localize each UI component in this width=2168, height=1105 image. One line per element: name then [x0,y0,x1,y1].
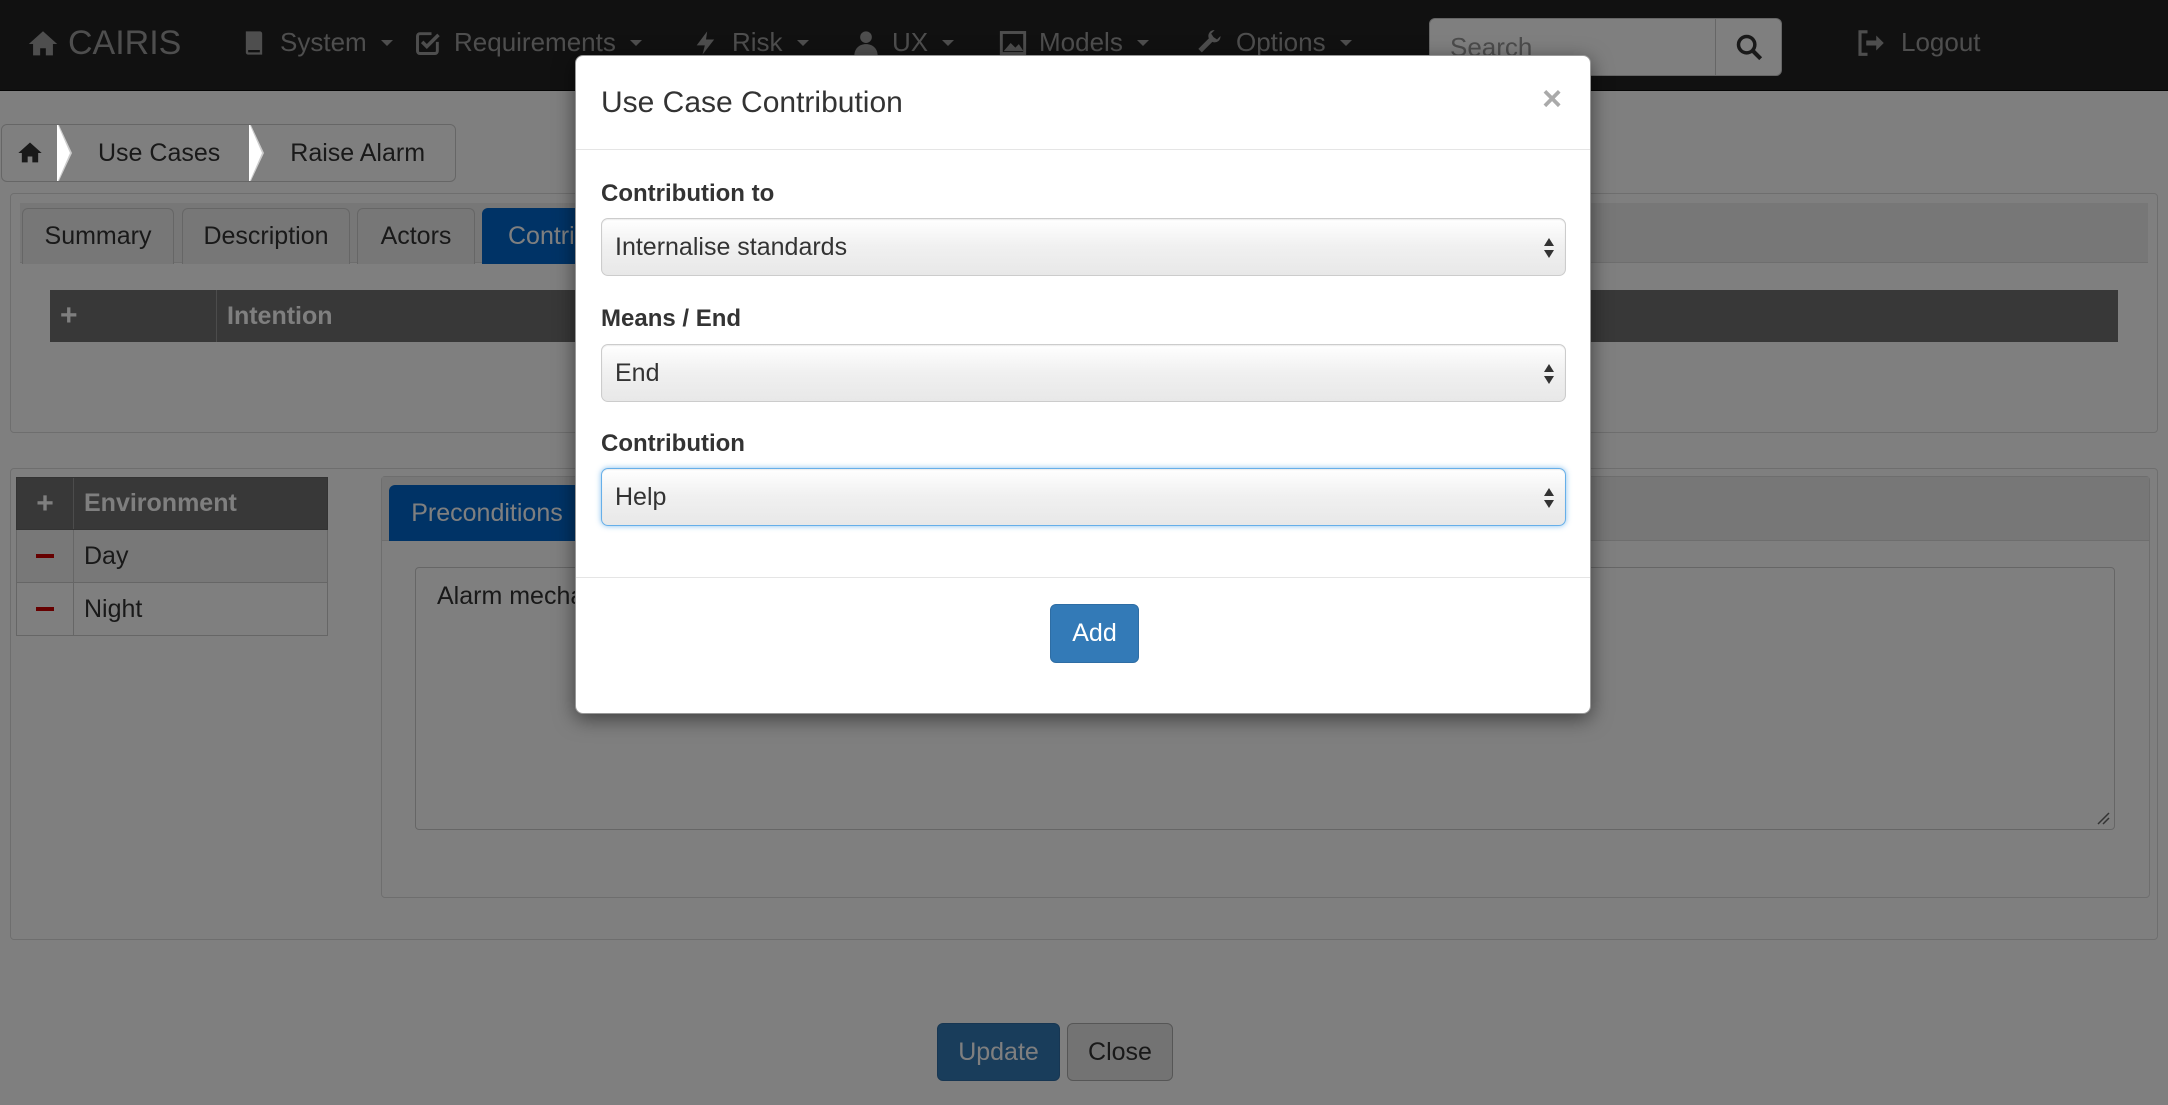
select-value: Help [615,482,667,511]
modal-close-button[interactable]: × [1542,80,1562,119]
means-end-label: Means / End [601,305,742,332]
contribution-to-select[interactable]: Internalise standards [601,218,1566,276]
contribution-label: Contribution [601,430,745,457]
add-button[interactable]: Add [1050,604,1139,663]
select-arrows-icon [1544,364,1554,384]
select-value: End [615,358,660,387]
modal-header: Use Case Contribution × [576,56,1590,150]
select-value: Internalise standards [615,232,848,261]
contribution-to-label: Contribution to [601,180,775,207]
contribution-select[interactable]: Help [601,468,1566,526]
modal-footer [576,577,1590,578]
use-case-contribution-dialog: Use Case Contribution × Contribution to … [575,55,1591,714]
modal-title: Use Case Contribution [601,86,903,119]
select-arrows-icon [1544,488,1554,508]
means-end-select[interactable]: End [601,344,1566,402]
select-arrows-icon [1544,238,1554,258]
